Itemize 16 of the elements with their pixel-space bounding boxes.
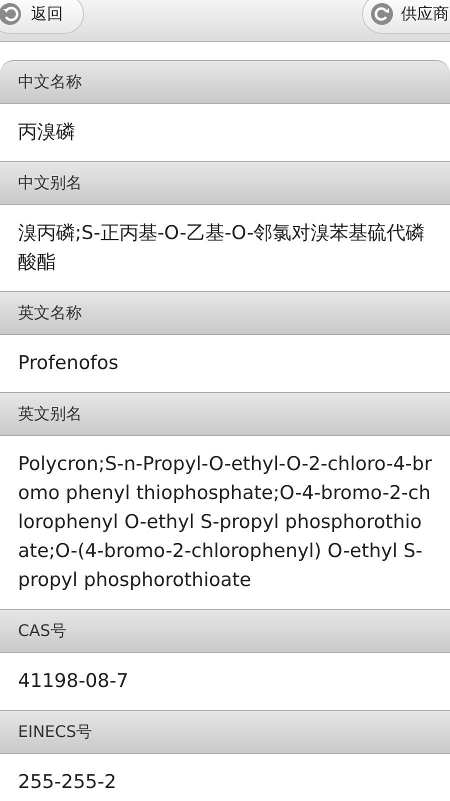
section-label: 英文别名: [18, 403, 82, 425]
section-value: 41198-08-7: [18, 669, 130, 694]
section-label: CAS号: [18, 620, 66, 642]
back-arrow-icon: [0, 3, 21, 25]
section-value: Polycron;S-n-Propyl-O-ethyl-O-2-chloro-4-bromo phenyl thiophosphate;O-4-bromo-2-chlorophenyl O-ethyl S-propyl phosphorothioate;O-(4-bromo-2-chlorophenyl) O-ethyl S-propyl phosphorothioate: [18, 452, 432, 593]
section-value: 255-255-2: [18, 770, 118, 795]
section-label: EINECS号: [18, 721, 92, 743]
section-value: 溴丙磷;S-正丙基-O-乙基-O-邻氯对溴苯基硫代磷酸酯: [18, 221, 426, 275]
section-label: 英文名称: [18, 302, 82, 324]
section-value: 丙溴磷: [18, 120, 76, 145]
section-value: Profenofos: [18, 351, 120, 376]
back-button[interactable]: 返回: [0, 0, 84, 34]
section-label: 中文名称: [18, 71, 82, 93]
refresh-icon: [371, 3, 393, 25]
section-label: 中文别名: [18, 172, 82, 194]
suppliers-button[interactable]: 供应商: [362, 0, 450, 34]
